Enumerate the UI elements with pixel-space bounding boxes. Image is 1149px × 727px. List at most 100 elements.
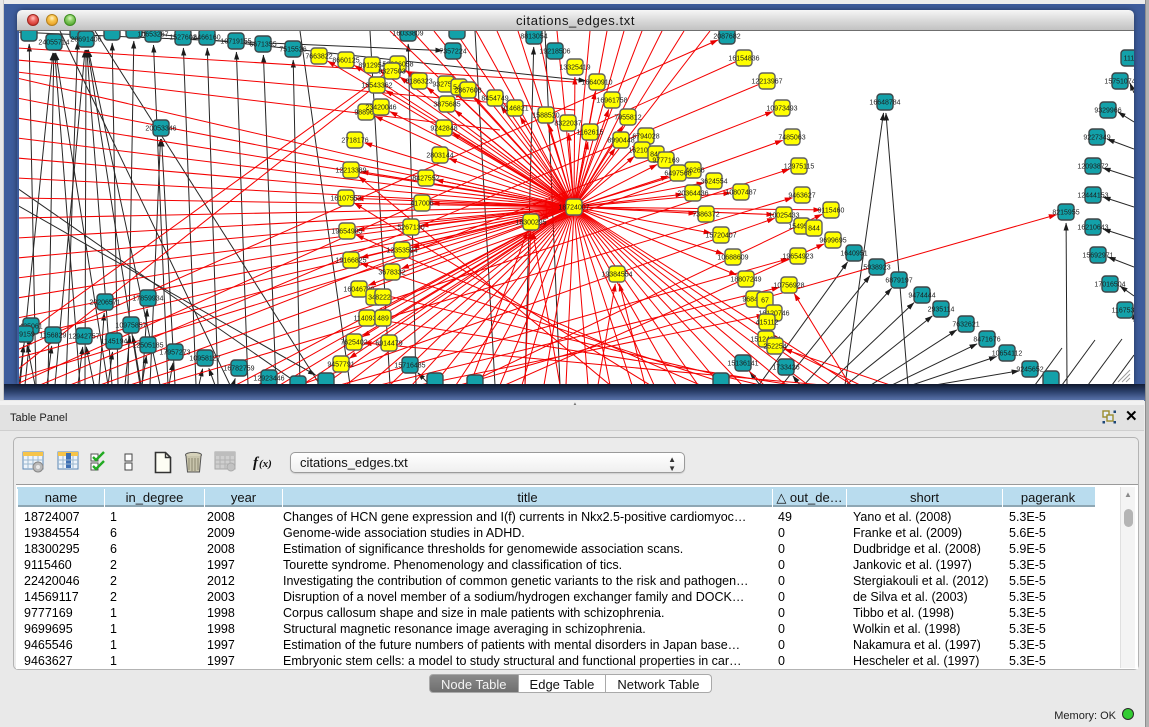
svg-text:252254: 252254 (763, 344, 786, 351)
svg-text:1156829: 1156829 (40, 333, 67, 340)
svg-text:489: 489 (377, 316, 389, 323)
svg-text:3624554: 3624554 (700, 179, 727, 186)
svg-text:1640951: 1640951 (840, 251, 867, 258)
svg-text:3678332: 3678332 (378, 270, 405, 277)
svg-text:13325419: 13325419 (559, 65, 590, 72)
svg-text:16640910: 16640910 (581, 80, 612, 87)
svg-text:8990448: 8990448 (607, 138, 634, 145)
svg-text:8186323: 8186323 (405, 79, 432, 86)
svg-text:2935114: 2935114 (928, 307, 955, 314)
svg-text:10958127: 10958127 (189, 356, 220, 363)
svg-text:10688609: 10688609 (717, 255, 748, 262)
svg-text:9242848: 9242848 (430, 126, 457, 133)
svg-text:20206571: 20206571 (89, 300, 120, 307)
svg-text:2803144: 2803144 (426, 153, 453, 160)
svg-text:8222: 8222 (375, 295, 391, 302)
svg-text:15136141: 15136141 (727, 361, 758, 368)
svg-text:5267130: 5267130 (397, 225, 424, 232)
svg-text:1167533: 1167533 (1112, 308, 1134, 315)
svg-text:10973493: 10973493 (766, 106, 797, 113)
svg-text:12213389: 12213389 (335, 168, 366, 175)
svg-text:15720407: 15720407 (705, 233, 736, 240)
svg-text:8660125: 8660125 (332, 58, 359, 65)
svg-text:417006: 417006 (410, 201, 433, 208)
svg-text:7386372: 7386372 (692, 212, 719, 219)
svg-text:10654112: 10654112 (992, 351, 1023, 358)
svg-text:9115460: 9115460 (818, 208, 845, 215)
svg-text:2087682: 2087682 (713, 34, 740, 41)
svg-text:8427552: 8427552 (412, 176, 439, 183)
svg-text:9777169: 9777169 (652, 158, 679, 165)
svg-text:12093872: 12093872 (1077, 164, 1108, 171)
svg-text:8813054: 8813054 (520, 34, 547, 41)
svg-text:9463627: 9463627 (788, 193, 815, 200)
svg-text:12505185: 12505185 (132, 343, 163, 350)
svg-text:16782759: 16782759 (223, 366, 254, 373)
svg-text:9699695: 9699695 (819, 238, 846, 245)
svg-text:10756928: 10756928 (773, 283, 804, 290)
svg-text:19166825: 19166825 (335, 258, 366, 265)
svg-text:12444153: 12444153 (1077, 193, 1108, 200)
svg-text:17016504: 17016504 (1094, 282, 1125, 289)
svg-text:8454749: 8454749 (481, 96, 508, 103)
svg-text:18807249: 18807249 (730, 277, 761, 284)
svg-text:19384554: 19384554 (601, 272, 632, 279)
svg-text:9457791: 9457791 (327, 362, 354, 369)
svg-text:12942757: 12942757 (68, 334, 99, 341)
svg-text:2867608: 2867608 (454, 88, 481, 95)
svg-text:12923446: 12923446 (253, 376, 284, 383)
svg-text:3875685: 3875685 (433, 102, 460, 109)
svg-text:17859934: 17859934 (132, 296, 163, 303)
svg-text:7663822: 7663822 (305, 54, 332, 61)
svg-text:7632621: 7632621 (952, 322, 979, 329)
svg-text:(x): (x) (259, 458, 272, 470)
svg-text:16033809: 16033809 (392, 31, 423, 38)
svg-text:1588520: 1588520 (532, 113, 559, 120)
svg-text:10975857: 10975857 (115, 323, 146, 330)
svg-text:7485063: 7485063 (778, 135, 805, 142)
svg-text:19218506: 19218506 (539, 49, 570, 56)
svg-text:20691406: 20691406 (70, 37, 101, 44)
svg-text:9329966: 9329966 (1094, 108, 1121, 115)
svg-text:9474444: 9474444 (908, 293, 935, 300)
svg-text:12353594: 12353594 (386, 248, 417, 255)
svg-text:16210643: 16210643 (1077, 225, 1108, 232)
svg-text:67: 67 (761, 298, 769, 305)
svg-text:24055714: 24055714 (38, 40, 69, 47)
svg-text:7955812: 7955812 (614, 115, 641, 122)
svg-text:19654985: 19654985 (331, 229, 362, 236)
svg-text:5938923: 5938923 (863, 265, 890, 272)
svg-text:6794028: 6794028 (632, 134, 659, 141)
svg-text:16543362: 16543362 (361, 83, 392, 90)
svg-text:10807487: 10807487 (725, 190, 756, 197)
svg-text:1162615: 1162615 (577, 130, 604, 137)
svg-text:6879197: 6879197 (885, 278, 912, 285)
svg-text:23420046: 23420046 (365, 105, 396, 112)
svg-text:7357224: 7357224 (439, 49, 466, 56)
svg-text:18724007: 18724007 (558, 205, 589, 212)
svg-text:16961758: 16961758 (596, 98, 627, 105)
svg-text:6914479: 6914479 (375, 341, 402, 348)
svg-text:20053346: 20053346 (145, 126, 176, 133)
svg-text:2718176: 2718176 (341, 138, 368, 145)
svg-text:15751074: 15751074 (1104, 79, 1134, 86)
svg-text:844: 844 (808, 226, 820, 233)
svg-text:7625402: 7625402 (340, 340, 367, 347)
svg-text:9227349: 9227349 (1083, 135, 1110, 142)
svg-text:9245652: 9245652 (1016, 367, 1043, 374)
svg-text:19654923: 19654923 (782, 254, 813, 261)
svg-text:8322037: 8322037 (554, 121, 581, 128)
svg-text:1145194: 1145194 (101, 339, 128, 346)
svg-text:39159: 39159 (19, 332, 35, 339)
svg-text:15716485: 15716485 (394, 363, 425, 370)
svg-text:8215955: 8215955 (1052, 210, 1079, 217)
svg-text:15692971: 15692971 (1082, 253, 1113, 260)
svg-text:10653267: 10653267 (137, 32, 168, 39)
svg-text:17957273: 17957273 (159, 350, 190, 357)
svg-text:7515526: 7515526 (279, 47, 306, 54)
svg-text:9327503: 9327503 (378, 69, 405, 76)
svg-text:16648784: 16648784 (869, 100, 900, 107)
svg-text:415112: 415112 (756, 320, 779, 327)
svg-text:8471676: 8471676 (973, 337, 1000, 344)
svg-text:16154836: 16154836 (728, 56, 759, 63)
